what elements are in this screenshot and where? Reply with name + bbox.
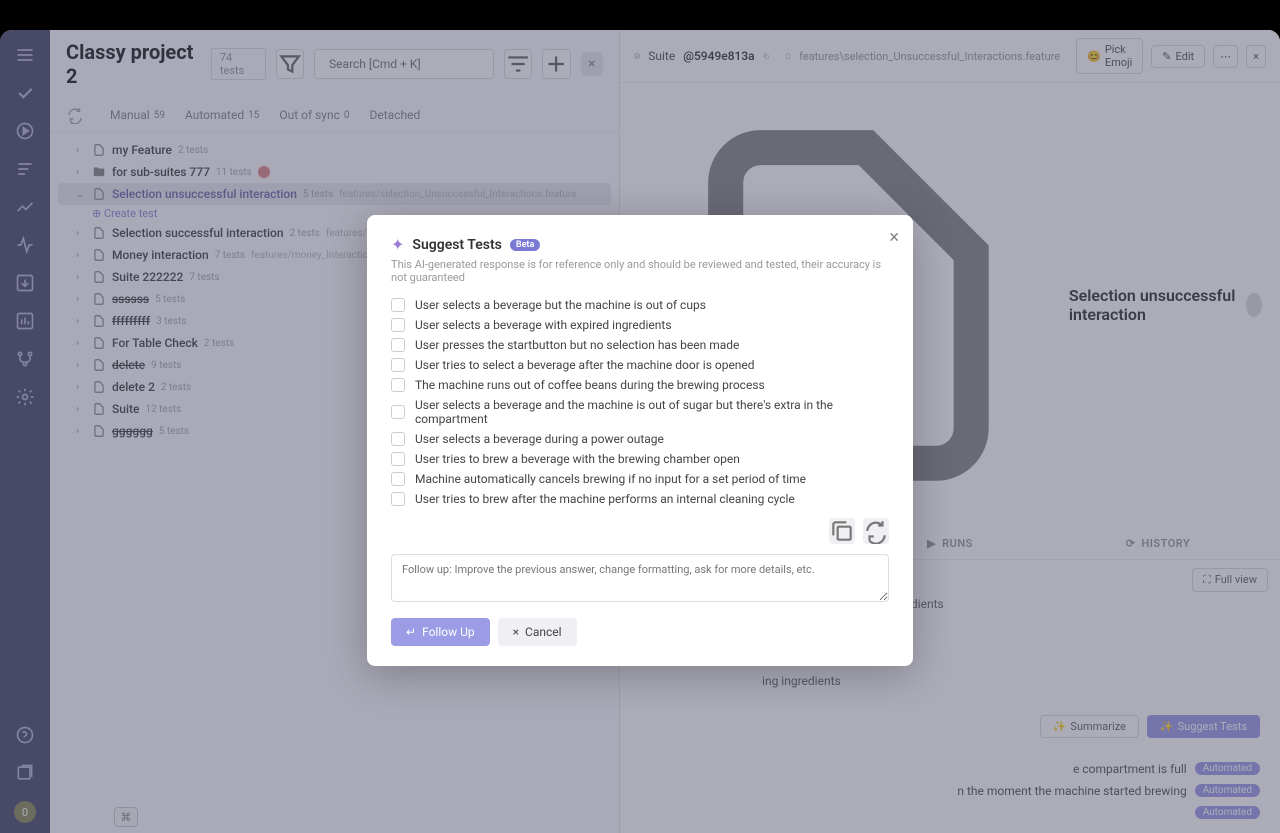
suggestion-item[interactable]: User tries to brew after the machine per… [391, 492, 889, 506]
suggestion-list: User selects a beverage but the machine … [391, 298, 889, 506]
suggestion-item[interactable]: User selects a beverage during a power o… [391, 432, 889, 446]
modal-subtitle: This AI-generated response is for refere… [391, 258, 889, 284]
suggestion-checkbox[interactable] [391, 472, 405, 486]
suggestion-item[interactable]: Machine automatically cancels brewing if… [391, 472, 889, 486]
suggestion-checkbox[interactable] [391, 298, 405, 312]
modal-title: Suggest Tests [412, 237, 501, 253]
followup-input[interactable] [391, 554, 889, 602]
beta-badge: Beta [510, 239, 540, 251]
cancel-button[interactable]: × Cancel [498, 618, 577, 646]
suggestion-item[interactable]: User selects a beverage and the machine … [391, 398, 889, 426]
suggestion-item[interactable]: User selects a beverage with expired ing… [391, 318, 889, 332]
suggestion-item[interactable]: User tries to select a beverage after th… [391, 358, 889, 372]
follow-up-button[interactable]: ↵ Follow Up [391, 618, 490, 646]
sparkle-icon: ✦ [391, 235, 404, 254]
suggestion-checkbox[interactable] [391, 492, 405, 506]
modal-overlay: × ✦ Suggest Tests Beta This AI-generated… [0, 30, 1280, 833]
regenerate-button[interactable] [863, 518, 889, 544]
suggestion-item[interactable]: User selects a beverage but the machine … [391, 298, 889, 312]
suggestion-checkbox[interactable] [391, 405, 405, 419]
suggestion-checkbox[interactable] [391, 378, 405, 392]
suggestion-checkbox[interactable] [391, 318, 405, 332]
suggest-tests-modal: × ✦ Suggest Tests Beta This AI-generated… [367, 215, 913, 666]
modal-close-button[interactable]: × [889, 227, 899, 248]
suggestion-checkbox[interactable] [391, 452, 405, 466]
suggestion-checkbox[interactable] [391, 432, 405, 446]
suggestion-item[interactable]: User tries to brew a beverage with the b… [391, 452, 889, 466]
suggestion-checkbox[interactable] [391, 338, 405, 352]
suggestion-item[interactable]: User presses the startbutton but no sele… [391, 338, 889, 352]
copy-suggestions-button[interactable] [829, 518, 855, 544]
suggestion-checkbox[interactable] [391, 358, 405, 372]
suggestion-item[interactable]: The machine runs out of coffee beans dur… [391, 378, 889, 392]
